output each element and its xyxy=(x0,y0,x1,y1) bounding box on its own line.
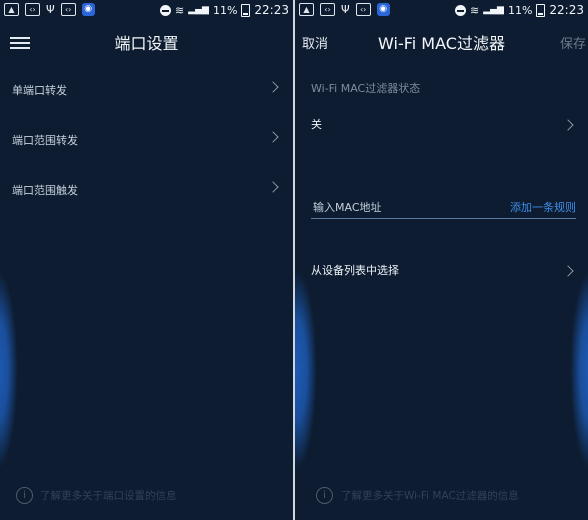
battery-percent: 11% xyxy=(212,3,238,17)
signal-icon: ▂▄▆ xyxy=(188,5,209,15)
chevron-right-icon xyxy=(267,131,279,143)
mac-address-field: 添加一条规则 xyxy=(311,196,576,219)
menu-item-label: 端口范围转发 xyxy=(12,134,78,147)
learn-more-link[interactable]: 了解更多关于Wi-Fi MAC过滤器的信息 xyxy=(341,488,519,503)
status-bar: ▲ ‹› Ψ ‹› ◉ ≋ ▂▄▆ 11% 22:23 xyxy=(0,0,293,20)
app-badge-icon: ◉ xyxy=(81,3,95,16)
filter-status-label: Wi-Fi MAC过滤器状态 xyxy=(311,82,421,95)
header: 端口设置 xyxy=(0,22,293,62)
page-title: 端口设置 xyxy=(114,34,179,53)
do-not-disturb-icon xyxy=(159,4,171,16)
battery-icon xyxy=(536,3,546,17)
filter-status-row[interactable]: 关 xyxy=(295,107,588,143)
usb-icon: Ψ xyxy=(46,3,55,16)
save-button[interactable]: 保存 xyxy=(560,33,586,52)
decorative-glow xyxy=(0,270,18,470)
decorative-glow xyxy=(295,270,317,470)
header: 取消 Wi-Fi MAC过滤器 保存 xyxy=(295,22,588,62)
wifi-icon: ≋ xyxy=(174,3,185,17)
menu-item-port-range-forwarding[interactable]: 端口范围转发 xyxy=(0,119,293,163)
choose-from-device-list-row[interactable]: 从设备列表中选择 xyxy=(295,253,588,289)
wifi-mac-filter-screen: ▲ ‹› Ψ ‹› ◉ ≋ ▂▄▆ 11% 22:23 取消 Wi-Fi MAC… xyxy=(295,0,588,520)
usb-icon: Ψ xyxy=(341,3,350,16)
do-not-disturb-icon xyxy=(454,4,466,16)
info-icon: i xyxy=(16,487,33,504)
add-rule-link[interactable]: 添加一条规则 xyxy=(510,199,576,215)
footer[interactable]: i 了解更多关于端口设置的信息 xyxy=(0,485,293,509)
menu-item-label: 单端口转发 xyxy=(12,84,67,97)
learn-more-link[interactable]: 了解更多关于端口设置的信息 xyxy=(40,488,177,503)
wifi-icon: ≋ xyxy=(469,3,480,17)
page-title: Wi-Fi MAC过滤器 xyxy=(378,34,505,53)
signal-icon: ▂▄▆ xyxy=(483,5,504,15)
chevron-right-icon xyxy=(562,119,574,131)
menu-item-port-range-triggering[interactable]: 端口范围触发 xyxy=(0,169,293,213)
clock: 22:23 xyxy=(549,3,584,17)
chevron-right-icon xyxy=(562,265,574,277)
port-settings-screen: ▲ ‹› Ψ ‹› ◉ ≋ ▂▄▆ 11% 22:23 端口设置 单端口转发 端… xyxy=(0,0,293,520)
code-icon: ‹› xyxy=(320,3,335,16)
code-icon: ‹› xyxy=(60,3,76,16)
filter-status-value: 关 xyxy=(311,118,322,131)
mac-address-input[interactable] xyxy=(311,198,495,216)
menu-item-single-port-forwarding[interactable]: 单端口转发 xyxy=(0,69,293,113)
chevron-right-icon xyxy=(267,81,279,93)
choose-from-device-list-label: 从设备列表中选择 xyxy=(311,264,399,277)
code-icon: ‹› xyxy=(25,3,40,16)
battery-percent: 11% xyxy=(507,3,533,17)
clock: 22:23 xyxy=(254,3,289,17)
app-badge-icon: ◉ xyxy=(376,3,390,16)
image-icon: ▲ xyxy=(299,3,314,16)
code-icon: ‹› xyxy=(355,3,371,16)
image-icon: ▲ xyxy=(4,3,19,16)
status-bar: ▲ ‹› Ψ ‹› ◉ ≋ ▂▄▆ 11% 22:23 xyxy=(295,0,588,20)
menu-item-label: 端口范围触发 xyxy=(12,184,78,197)
battery-icon xyxy=(241,3,251,17)
chevron-right-icon xyxy=(267,181,279,193)
decorative-glow xyxy=(570,270,588,470)
info-icon: i xyxy=(316,487,333,504)
footer[interactable]: i 了解更多关于Wi-Fi MAC过滤器的信息 xyxy=(295,485,588,509)
